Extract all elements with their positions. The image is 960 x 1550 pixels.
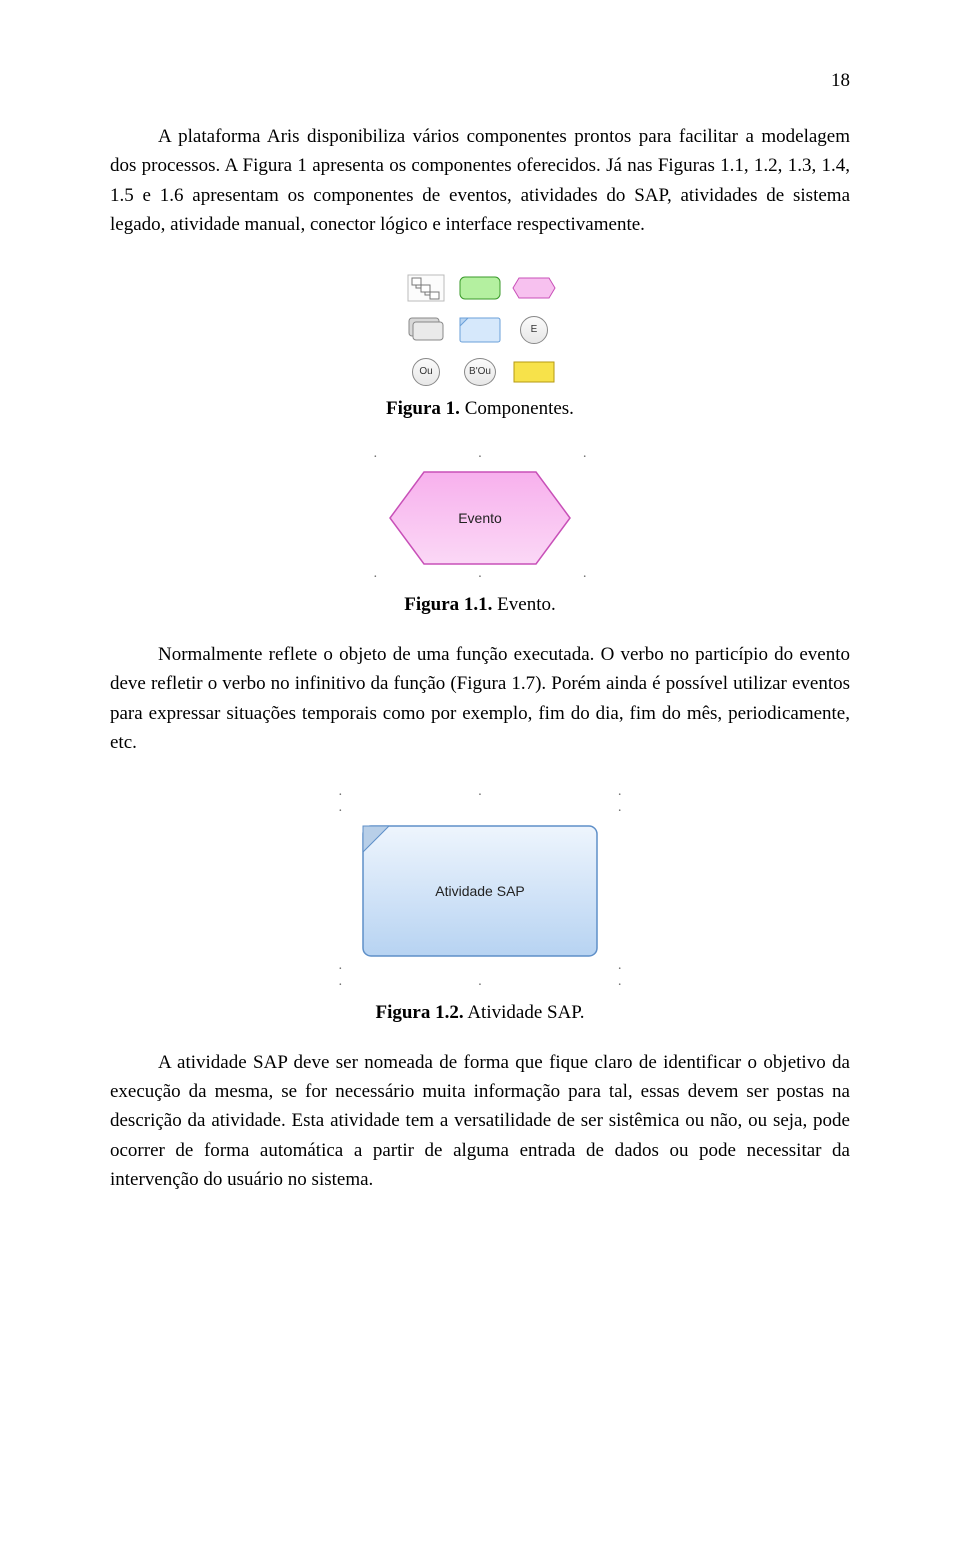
figure-3-caption: Figura 1.2. Atividade SAP.	[110, 1002, 850, 1024]
paragraph-evento: Normalmente reflete o objeto de uma funç…	[110, 640, 850, 758]
handle-dots-top: ···	[330, 788, 630, 804]
page: 18 A plataforma Aris disponibiliza vário…	[0, 0, 960, 1287]
ou-connector-icon: Ou	[402, 354, 450, 390]
pink-hexagon-icon	[510, 270, 558, 306]
handle-dots-bottom: ···	[330, 978, 630, 994]
page-number: 18	[110, 70, 850, 92]
e-glyph: E	[520, 316, 548, 344]
figure-1-label: Figura 1.	[386, 398, 460, 419]
blue-folded-rect-icon	[456, 312, 504, 348]
figure-1-title: Componentes.	[460, 398, 574, 419]
figure-1-caption: Figura 1. Componentes.	[110, 398, 850, 420]
sap-activity-icon: Atividade SAP	[361, 824, 599, 958]
handle-dots-mid1: ··	[330, 804, 630, 820]
palette-grid: E Ou B'Ou	[402, 270, 558, 390]
evento-hexagon-icon: Evento	[388, 470, 572, 566]
figure-3-title: Atividade SAP.	[464, 1002, 585, 1023]
e-connector-icon: E	[510, 312, 558, 348]
figure-3: ··· ·· Atividade SAP ·· ···	[110, 788, 850, 994]
figure-3-label: Figura 1.2.	[375, 1002, 463, 1023]
figure-1: E Ou B'Ou	[110, 270, 850, 390]
ou-glyph: Ou	[412, 358, 440, 386]
figure-2-label: Figura 1.1.	[404, 594, 492, 615]
figure-2: ··· Evento ···	[110, 450, 850, 586]
handle-dots-bottom: ···	[365, 570, 595, 586]
evento-label: Evento	[388, 470, 572, 566]
tree-shape-icon	[402, 270, 450, 306]
paragraph-sap: A atividade SAP deve ser nomeada de form…	[110, 1048, 850, 1195]
figure-2-title: Evento.	[492, 594, 555, 615]
bou-glyph: B'Ou	[464, 358, 496, 386]
green-rounded-rect-icon	[456, 270, 504, 306]
stacked-grey-rect-icon	[402, 312, 450, 348]
handle-dots-mid2: ··	[330, 962, 630, 978]
paragraph-intro: A plataforma Aris disponibiliza vários c…	[110, 122, 850, 240]
figure-2-caption: Figura 1.1. Evento.	[110, 594, 850, 616]
yellow-rect-icon	[510, 354, 558, 390]
handle-dots-top: ···	[365, 450, 595, 466]
bou-connector-icon: B'Ou	[456, 354, 504, 390]
sap-activity-label: Atividade SAP	[361, 824, 599, 958]
